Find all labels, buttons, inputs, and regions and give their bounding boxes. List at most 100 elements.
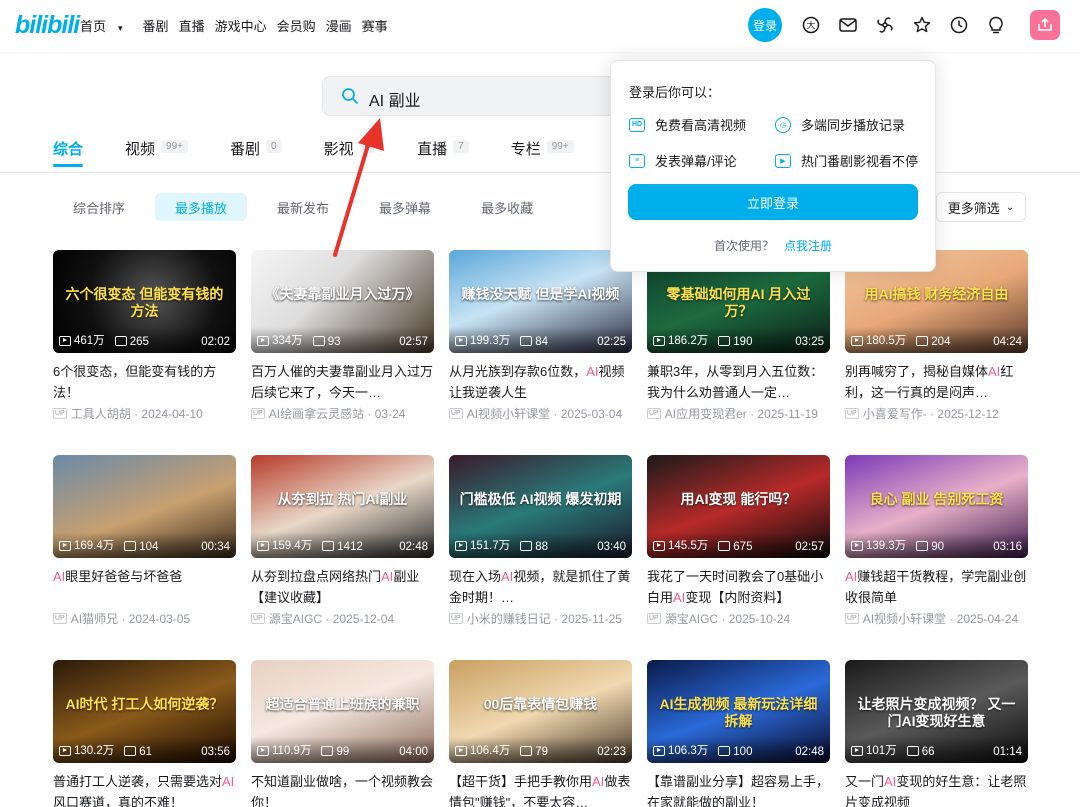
more-filter-button[interactable]: 更多筛选 ⌄ — [936, 192, 1026, 222]
tab-article[interactable]: 专栏 99+ — [511, 138, 574, 172]
video-card[interactable]: 超适合普通上班族的兼职 110.9万 99 04:00 不知道副业做啥，一个视频教会你！ — [251, 660, 434, 807]
tab-film[interactable]: 影视 0 — [324, 138, 376, 172]
video-title[interactable]: 从夯到拉盘点网络热门AI副业【建议收藏】 — [251, 566, 434, 608]
video-duration: 03:56 — [201, 746, 230, 758]
video-title[interactable]: 【超干货】手把手教你用AI做表情包"赚钱"，不要太容… — [449, 771, 632, 807]
nav-esports[interactable]: 赛事 — [362, 16, 388, 35]
video-card[interactable]: 良心 副业 告别死工资 139.3万 90 03:16 AI赚钱超干货教程，学完副业创收… — [845, 455, 1028, 627]
video-thumbnail[interactable]: 超适合普通上班族的兼职 110.9万 99 04:00 — [251, 660, 434, 763]
sort-most-favorites[interactable]: 最多收藏 — [461, 193, 553, 221]
video-thumbnail[interactable]: 169.4万 104 00:34 — [53, 455, 236, 558]
author-name[interactable]: 小喜爱写作- — [863, 405, 927, 422]
video-duration: 03:25 — [795, 336, 824, 348]
nav-live[interactable]: 直播 — [179, 16, 205, 35]
video-thumbnail[interactable]: AI生成视频 最新玩法详细拆解 106.3万 100 02:48 — [647, 660, 830, 763]
video-title[interactable]: AI赚钱超干货教程，学完副业创收很简单 — [845, 566, 1028, 608]
upload-button[interactable] — [1030, 10, 1060, 40]
nav-manga[interactable]: 漫画 — [326, 16, 352, 35]
nav-home[interactable]: 首页 ▾ — [80, 16, 133, 35]
video-stats: 169.4万 104 00:34 — [53, 532, 236, 558]
video-title[interactable]: AI眼里好爸爸与坏爸爸 — [53, 566, 236, 608]
video-title[interactable]: 从月光族到存款6位数，AI视频让我逆袭人生 — [449, 361, 632, 403]
video-card[interactable]: AI生成视频 最新玩法详细拆解 106.3万 100 02:48 【靠谱副业分享】超容易… — [647, 660, 830, 807]
sort-most-played[interactable]: 最多播放 — [155, 193, 248, 221]
video-title[interactable]: 现在入场AI视频，就是抓住了黄金时期！… — [449, 566, 632, 608]
video-thumbnail[interactable]: 门槛极低 AI视频 爆发初期 151.7万 88 03:40 — [449, 455, 632, 558]
nav-game-center[interactable]: 游戏中心 — [215, 16, 267, 35]
search-type-tabs: 综合 视频99+ 番剧0 影视0 直播7 专栏99+ 用户 — [53, 138, 688, 172]
video-thumbnail[interactable]: 良心 副业 告别死工资 139.3万 90 03:16 — [845, 455, 1028, 558]
search-box[interactable]: AI 副业 — [322, 76, 622, 116]
author-name[interactable]: AI应用变现君er — [665, 405, 747, 422]
video-card[interactable]: 零基础如何用AI 月入过万？ 186.2万 190 03:25 兼职3年，从零到月入五位… — [647, 250, 830, 422]
view-count: 145.5万 — [653, 537, 708, 553]
video-title[interactable]: 不知道副业做啥，一个视频教会你！ — [251, 771, 434, 807]
nav-mall[interactable]: 会员购 — [277, 16, 316, 35]
video-title[interactable]: 百万人催的夫妻靠副业月入过万后续它来了，今天一… — [251, 361, 434, 403]
view-count: 186.2万 — [653, 332, 708, 348]
nav-anime[interactable]: 番剧 — [143, 16, 169, 35]
video-title[interactable]: 【靠谱副业分享】超容易上手，在家就能做的副业！ — [647, 771, 830, 807]
sort-newest[interactable]: 最新发布 — [257, 193, 349, 221]
author-name[interactable]: AI视频小轩课堂 — [863, 610, 946, 627]
login-avatar-button[interactable]: 登录 — [748, 8, 782, 42]
video-stats: 461万 265 02:02 — [53, 327, 236, 353]
video-thumbnail[interactable]: AI时代 打工人如何逆袭？ 130.2万 61 03:56 — [53, 660, 236, 763]
video-thumbnail[interactable]: 用AI变现 能行吗？ 145.5万 675 02:57 — [647, 455, 830, 558]
author-name[interactable]: AI视频小轩课堂 — [467, 405, 550, 422]
thumbnail-caption: 六个很变态 但能变有钱的方法 — [65, 286, 224, 319]
dynamic-icon[interactable] — [866, 8, 903, 42]
video-meta: UP 工具人胡胡 · 2024-04-10 — [53, 405, 236, 422]
bilibili-logo[interactable]: bilibili — [15, 11, 80, 40]
video-title[interactable]: 普通打工人逆袭，只需要选对AI风口赛道，真的不难！ — [53, 771, 236, 807]
favorite-star-icon[interactable] — [903, 8, 940, 42]
video-card[interactable]: 赚钱没天赋 但是学AI视频 199.3万 84 02:25 从月光族到存款6位数，AI视… — [449, 250, 632, 422]
video-title[interactable]: 兼职3年，从零到月入五位数：我为什么劝普通人一定… — [647, 361, 830, 403]
search-input[interactable]: AI 副业 — [369, 87, 421, 111]
video-thumbnail[interactable]: 六个很变态 但能变有钱的方法 461万 265 02:02 — [53, 250, 236, 353]
video-card[interactable]: AI时代 打工人如何逆袭？ 130.2万 61 03:56 普通打工人逆袭，只需要选对A… — [53, 660, 236, 807]
video-duration: 03:16 — [993, 541, 1022, 553]
video-title[interactable]: 又一门AI变现的好生意：让老照片变成视频 — [845, 771, 1028, 807]
video-card[interactable]: 用AI搞钱 财务经济自由 180.5万 204 04:24 别再喊穷了，揭秘自媒体AI红… — [845, 250, 1028, 422]
view-count: 159.4万 — [257, 537, 312, 553]
video-card[interactable]: 让老照片变成视频？ 又一门AI变现好生意 101万 66 01:14 又一门AI变现的好… — [845, 660, 1028, 807]
video-card[interactable]: 00后靠表情包赚钱 106.4万 79 02:23 【超干货】手把手教你用AI做表情包"… — [449, 660, 632, 807]
video-thumbnail[interactable]: 00后靠表情包赚钱 106.4万 79 02:23 — [449, 660, 632, 763]
login-now-button[interactable]: 立即登录 — [628, 184, 918, 220]
mail-icon[interactable] — [829, 8, 866, 42]
tab-bangumi[interactable]: 番剧 0 — [230, 138, 282, 172]
video-title[interactable]: 我花了一天时间教会了0基础小白用AI变现【内附资料】 — [647, 566, 830, 608]
video-thumbnail[interactable]: 《夫妻靠副业月入过万》 334万 93 02:57 — [251, 250, 434, 353]
video-card[interactable]: 用AI变现 能行吗？ 145.5万 675 02:57 我花了一天时间教会了0基础小白用… — [647, 455, 830, 627]
sort-comprehensive[interactable]: 综合排序 — [53, 193, 145, 221]
history-clock-icon[interactable] — [940, 8, 977, 42]
author-name[interactable]: 小米的赚钱日记 — [467, 610, 551, 627]
danmaku-count: 84 — [520, 336, 548, 348]
author-name[interactable]: 源宝AIGC — [269, 610, 322, 627]
tab-video[interactable]: 视频 99+ — [125, 138, 188, 172]
video-card[interactable]: 门槛极低 AI视频 爆发初期 151.7万 88 03:40 现在入场AI视频，就是抓住… — [449, 455, 632, 627]
tab-live[interactable]: 直播 7 — [417, 138, 469, 172]
thumbnail-caption: 《夫妻靠副业月入过万》 — [265, 286, 420, 302]
video-thumbnail[interactable]: 赚钱没天赋 但是学AI视频 199.3万 84 02:25 — [449, 250, 632, 353]
author-name[interactable]: 工具人胡胡 — [71, 405, 131, 422]
big-member-icon[interactable]: 大 — [792, 8, 829, 42]
video-stats: 130.2万 61 03:56 — [53, 737, 236, 763]
video-thumbnail[interactable]: 让老照片变成视频？ 又一门AI变现好生意 101万 66 01:14 — [845, 660, 1028, 763]
video-card[interactable]: 《夫妻靠副业月入过万》 334万 93 02:57 百万人催的夫妻靠副业月入过万后续它来… — [251, 250, 434, 422]
video-title[interactable]: 别再喊穷了，揭秘自媒体AI红利，这一行真的是闷声… — [845, 361, 1028, 403]
author-name[interactable]: AI猫师兄 — [71, 610, 118, 627]
author-name[interactable]: 源宝AIGC — [665, 610, 718, 627]
creation-bulb-icon[interactable] — [977, 8, 1014, 42]
register-link[interactable]: 点我注册 — [784, 239, 832, 253]
sort-most-danmaku[interactable]: 最多弹幕 — [359, 193, 451, 221]
video-card[interactable]: 六个很变态 但能变有钱的方法 461万 265 02:02 6个很变态，但能变有钱的方法… — [53, 250, 236, 422]
video-card[interactable]: 从夯到拉 热门AI副业 159.4万 1412 02:48 从夯到拉盘点网络热门AI副业… — [251, 455, 434, 627]
publish-date: 2024-04-10 — [141, 406, 203, 421]
tab-all[interactable]: 综合 — [53, 138, 84, 172]
author-name[interactable]: AI绘画拿云灵感站 — [269, 405, 364, 422]
video-thumbnail[interactable]: 从夯到拉 热门AI副业 159.4万 1412 02:48 — [251, 455, 434, 558]
video-title[interactable]: 6个很变态，但能变有钱的方法！ — [53, 361, 236, 403]
video-card[interactable]: 169.4万 104 00:34 AI眼里好爸爸与坏爸爸 UP AI猫师兄 · 2024-… — [53, 455, 236, 627]
